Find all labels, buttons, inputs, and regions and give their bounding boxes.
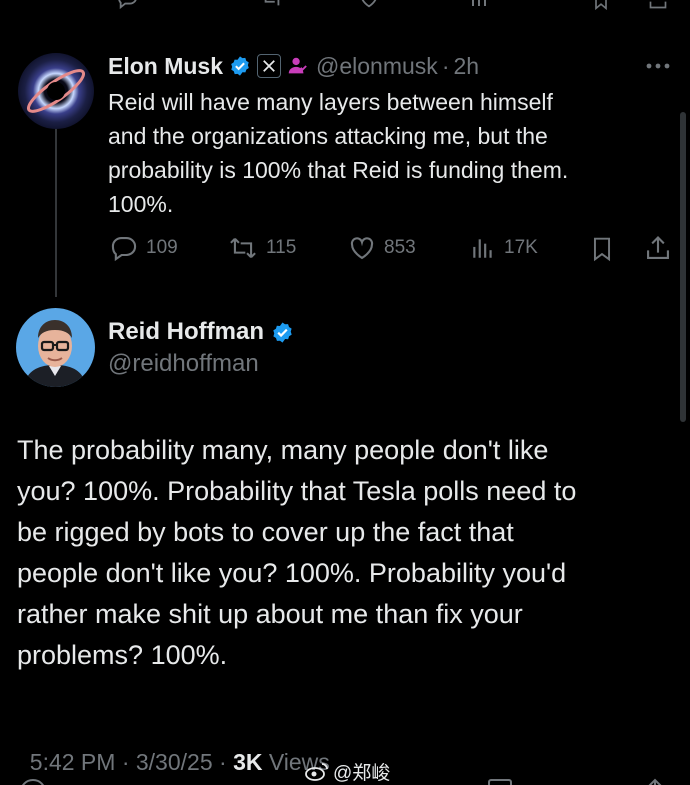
views-count: 17K xyxy=(504,237,538,258)
timestamp[interactable]: 5:42 PM · 3/30/25 · xyxy=(30,749,233,775)
reply-icon xyxy=(111,237,137,262)
text-line: probability is 100% that Reid is funding… xyxy=(108,157,569,183)
views-icon[interactable] xyxy=(470,0,492,10)
main-tweet-text: The probability many, many people don't … xyxy=(17,430,677,676)
subscriber-icon xyxy=(286,55,308,77)
verified-badge-icon xyxy=(271,321,294,344)
avatar-image xyxy=(16,308,95,387)
bookmark-icon[interactable] xyxy=(485,777,515,785)
views-count: 3K xyxy=(233,749,263,775)
more-icon[interactable] xyxy=(644,56,672,81)
views-icon xyxy=(473,239,492,258)
author-handle[interactable]: @elonmusk xyxy=(316,53,438,80)
repost-action[interactable]: 115 xyxy=(228,234,296,262)
text-line: 100%. xyxy=(108,191,174,217)
share-icon[interactable] xyxy=(640,777,670,785)
reply-tweet-text: Reid will have many layers between himse… xyxy=(108,85,568,221)
reply-icon[interactable] xyxy=(115,0,141,10)
repost-count: 115 xyxy=(266,237,297,258)
reply-icon[interactable] xyxy=(18,777,48,785)
author-name[interactable]: Reid Hoffman xyxy=(108,318,264,346)
x-affiliate-icon[interactable] xyxy=(257,54,282,78)
text-line: rather make shit up about me than fix yo… xyxy=(17,599,523,629)
top-action-bar-partial xyxy=(0,0,690,12)
reply-action[interactable]: 109 xyxy=(110,234,178,262)
text-line: problems? 100%. xyxy=(17,640,228,670)
bookmark-icon[interactable] xyxy=(589,235,615,268)
text-line: Reid will have many layers between himse… xyxy=(108,89,553,115)
like-icon xyxy=(350,237,374,260)
tweet-meta: 5:42 PM · 3/30/25 · 3K Views xyxy=(17,722,330,776)
author-handle[interactable]: @reidhoffman xyxy=(108,350,294,378)
text-line: The probability many, many people don't … xyxy=(17,435,549,465)
author-name[interactable]: Elon Musk xyxy=(108,53,223,80)
thread-connector-line xyxy=(55,112,57,297)
separator: · xyxy=(441,52,450,79)
elon-avatar[interactable] xyxy=(18,53,94,129)
reid-avatar[interactable] xyxy=(16,308,95,387)
reply-count: 109 xyxy=(146,237,178,258)
bottom-action-bar-partial xyxy=(0,775,690,785)
reply-tweet-header: Elon Musk @elonmusk · 2h xyxy=(108,51,479,81)
scrollbar[interactable] xyxy=(680,112,686,422)
text-line: and the organizations attacking me, but … xyxy=(108,123,548,149)
avatar-image xyxy=(18,53,94,129)
bookmark-icon[interactable] xyxy=(590,0,612,10)
main-tweet-header: Reid Hoffman @reidhoffman xyxy=(108,316,294,378)
like-count: 853 xyxy=(384,237,416,258)
like-icon[interactable] xyxy=(356,0,382,10)
views-action[interactable]: 17K xyxy=(470,234,538,262)
repost-icon[interactable] xyxy=(258,0,286,10)
tweet-time[interactable]: 2h xyxy=(453,53,479,80)
like-action[interactable]: 853 xyxy=(348,234,416,262)
text-line: be rigged by bots to cover up the fact t… xyxy=(17,517,514,547)
text-line: people don't like you? 100%. Probability… xyxy=(17,558,567,588)
verified-badge-icon xyxy=(229,55,251,77)
share-icon[interactable] xyxy=(645,0,671,10)
text-line: you? 100%. Probability that Tesla polls … xyxy=(17,476,577,506)
repost-icon xyxy=(230,238,256,258)
share-icon[interactable] xyxy=(644,234,672,267)
